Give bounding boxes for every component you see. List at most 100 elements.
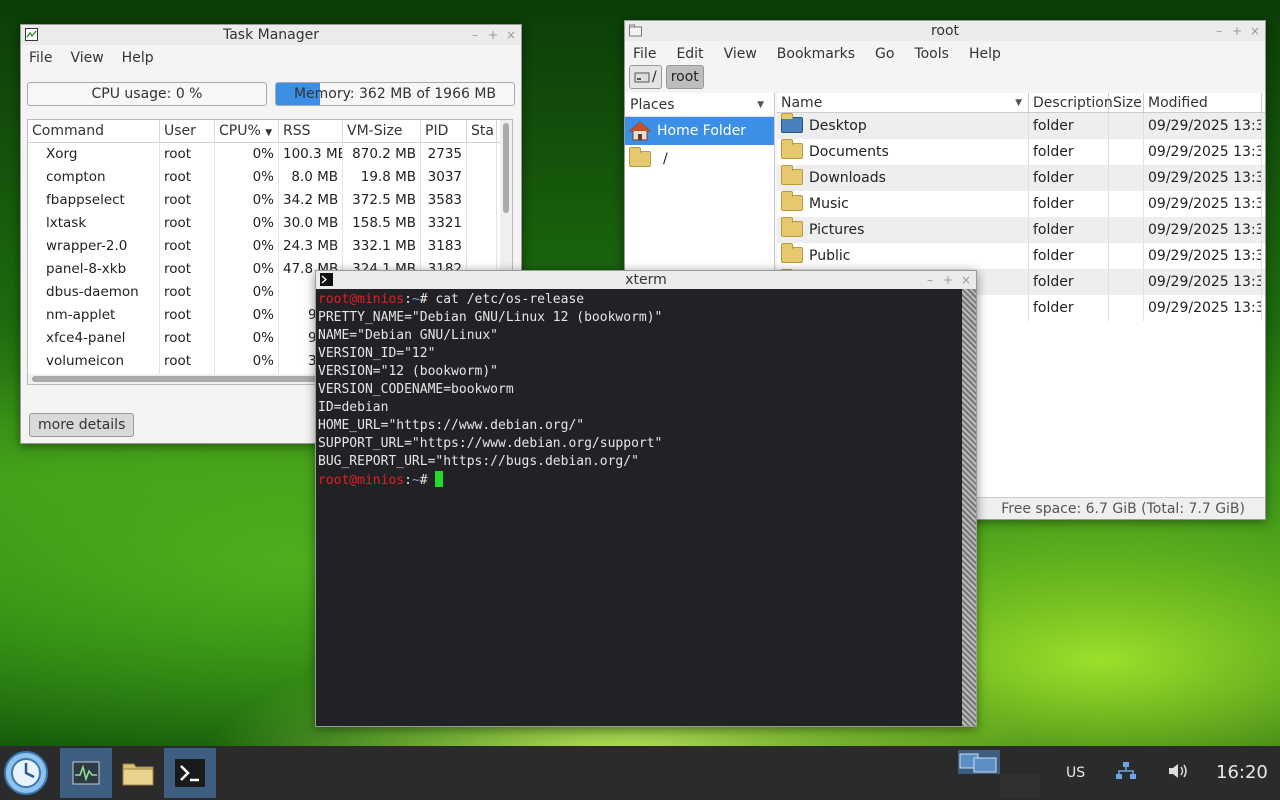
output-line: SUPPORT_URL="https://www.debian.org/supp… — [318, 436, 663, 451]
file-name: Public — [777, 243, 1029, 269]
list-item[interactable]: Public folder 09/29/2025 13:36 — [777, 243, 1265, 269]
cpu-usage-label: CPU usage: 0 % — [91, 86, 203, 102]
task-manager-titlebar[interactable]: Task Manager – + × — [21, 25, 521, 45]
minimize-icon[interactable]: – — [469, 25, 481, 45]
folder-icon — [781, 191, 803, 211]
menu-go[interactable]: Go — [875, 46, 894, 62]
minimize-icon[interactable]: – — [1213, 21, 1225, 41]
proc-command: volumeicon — [28, 350, 160, 373]
places-label: Places — [630, 97, 675, 113]
hscroll-thumb[interactable] — [32, 376, 332, 382]
table-row[interactable]: wrapper-2.0 root 0% 24.3 MB 332.1 MB 3183 — [28, 235, 512, 258]
col-state[interactable]: Sta — [467, 120, 497, 143]
list-item[interactable]: Music folder 09/29/2025 13:36 — [777, 191, 1265, 217]
proc-user: root — [160, 235, 215, 258]
file-manager-titlebar[interactable]: root – + × — [625, 21, 1265, 41]
more-details-button[interactable]: more details — [29, 413, 135, 437]
folder-icon — [781, 243, 803, 263]
proc-pid: 2735 — [421, 143, 467, 166]
file-name-label: Music — [809, 196, 849, 212]
places-header[interactable]: Places ▼ — [625, 93, 774, 117]
keyboard-layout-indicator[interactable]: US — [1066, 746, 1085, 800]
path-root-button[interactable]: / — [629, 65, 662, 89]
list-item[interactable]: Downloads folder 09/29/2025 13:36 — [777, 165, 1265, 191]
dropdown-icon[interactable]: ▼ — [757, 93, 764, 117]
vscroll-thumb[interactable] — [503, 123, 509, 213]
close-icon[interactable]: × — [1249, 21, 1261, 41]
minimize-icon[interactable]: – — [924, 271, 936, 289]
home-icon — [629, 121, 651, 141]
task-manager-taskbar-button[interactable] — [60, 748, 112, 798]
clock[interactable]: 16:20 — [1216, 746, 1268, 800]
proc-rss: 100.3 MB — [279, 143, 343, 166]
proc-state — [467, 235, 497, 258]
menu-help[interactable]: Help — [122, 50, 154, 66]
proc-vmsize: 372.5 MB — [343, 189, 421, 212]
close-icon[interactable]: × — [960, 271, 972, 289]
path-root-label: / — [652, 69, 657, 85]
list-item[interactable]: Pictures folder 09/29/2025 13:36 — [777, 217, 1265, 243]
col-name[interactable]: Name ▼ — [777, 92, 1029, 113]
menu-file[interactable]: File — [29, 50, 52, 66]
table-row[interactable]: fbappselect root 0% 34.2 MB 372.5 MB 3583 — [28, 189, 512, 212]
xterm-titlebar[interactable]: xterm – + × — [316, 271, 976, 289]
xterm-window[interactable]: xterm – + × root@minios:~# cat /etc/os-rel… — [315, 270, 977, 727]
table-row[interactable]: compton root 0% 8.0 MB 19.8 MB 3037 — [28, 166, 512, 189]
col-size[interactable]: Size — [1109, 92, 1144, 113]
proc-cpu: 0% — [215, 235, 279, 258]
col-user[interactable]: User — [160, 120, 215, 143]
workspace-pager[interactable] — [956, 748, 1042, 798]
table-row[interactable]: lxtask root 0% 30.0 MB 158.5 MB 3321 — [28, 212, 512, 235]
file-size — [1109, 139, 1144, 165]
menu-view[interactable]: View — [70, 50, 103, 66]
list-item[interactable]: Desktop folder 09/29/2025 13:36 — [777, 113, 1265, 139]
terminal-taskbar-button[interactable] — [164, 748, 216, 798]
place-home-folder[interactable]: Home Folder — [625, 117, 774, 145]
file-description: folder — [1029, 191, 1109, 217]
proc-pid: 3037 — [421, 166, 467, 189]
folder-icon — [781, 217, 803, 237]
volume-tray[interactable] — [1168, 746, 1190, 800]
col-cpu-label: CPU% — [219, 122, 261, 139]
path-current-button[interactable]: root — [665, 65, 704, 89]
file-modified: 09/29/2025 13:36 — [1144, 243, 1262, 269]
path-bar: / root — [629, 65, 704, 89]
terminal-scrollbar[interactable] — [962, 289, 976, 726]
col-rss[interactable]: RSS — [279, 120, 343, 143]
terminal-output[interactable]: root@minios:~# cat /etc/os-release PRETTY… — [316, 289, 962, 726]
col-command[interactable]: Command — [28, 120, 160, 143]
menu-view[interactable]: View — [724, 46, 757, 62]
menu-edit[interactable]: Edit — [676, 46, 703, 62]
file-description: folder — [1029, 243, 1109, 269]
file-name: Desktop — [777, 113, 1029, 139]
col-modified[interactable]: Modified — [1144, 92, 1262, 113]
file-manager-taskbar-button[interactable] — [112, 748, 164, 798]
memory-usage-bar: Memory: 362 MB of 1966 MB used — [275, 82, 515, 106]
file-description: folder — [1029, 217, 1109, 243]
col-vmsize[interactable]: VM-Size — [343, 120, 421, 143]
menu-bookmarks[interactable]: Bookmarks — [777, 46, 855, 62]
proc-command: nm-applet — [28, 304, 160, 327]
file-name-label: Downloads — [809, 170, 886, 186]
col-pid[interactable]: PID — [421, 120, 467, 143]
table-row[interactable]: Xorg root 0% 100.3 MB 870.2 MB 2735 — [28, 143, 512, 166]
start-menu-button[interactable] — [0, 748, 52, 798]
col-cpu[interactable]: CPU% ▼ — [215, 120, 279, 143]
maximize-icon[interactable]: + — [487, 25, 499, 45]
close-icon[interactable]: × — [505, 25, 517, 45]
sort-down-icon: ▼ — [265, 127, 273, 138]
proc-state — [467, 143, 497, 166]
maximize-icon[interactable]: + — [1231, 21, 1243, 41]
menu-tools[interactable]: Tools — [914, 46, 949, 62]
col-description[interactable]: Description — [1029, 92, 1113, 113]
list-item[interactable]: Documents folder 09/29/2025 13:36 — [777, 139, 1265, 165]
proc-user: root — [160, 212, 215, 235]
network-tray[interactable] — [1116, 746, 1136, 800]
menu-help[interactable]: Help — [969, 46, 1001, 62]
place-root[interactable]: / — [625, 145, 774, 173]
file-modified: 09/29/2025 13:36 — [1144, 269, 1262, 295]
proc-vmsize: 19.8 MB — [343, 166, 421, 189]
output-line: NAME="Debian GNU/Linux" — [318, 328, 499, 343]
maximize-icon[interactable]: + — [942, 271, 954, 289]
menu-file[interactable]: File — [633, 46, 656, 62]
